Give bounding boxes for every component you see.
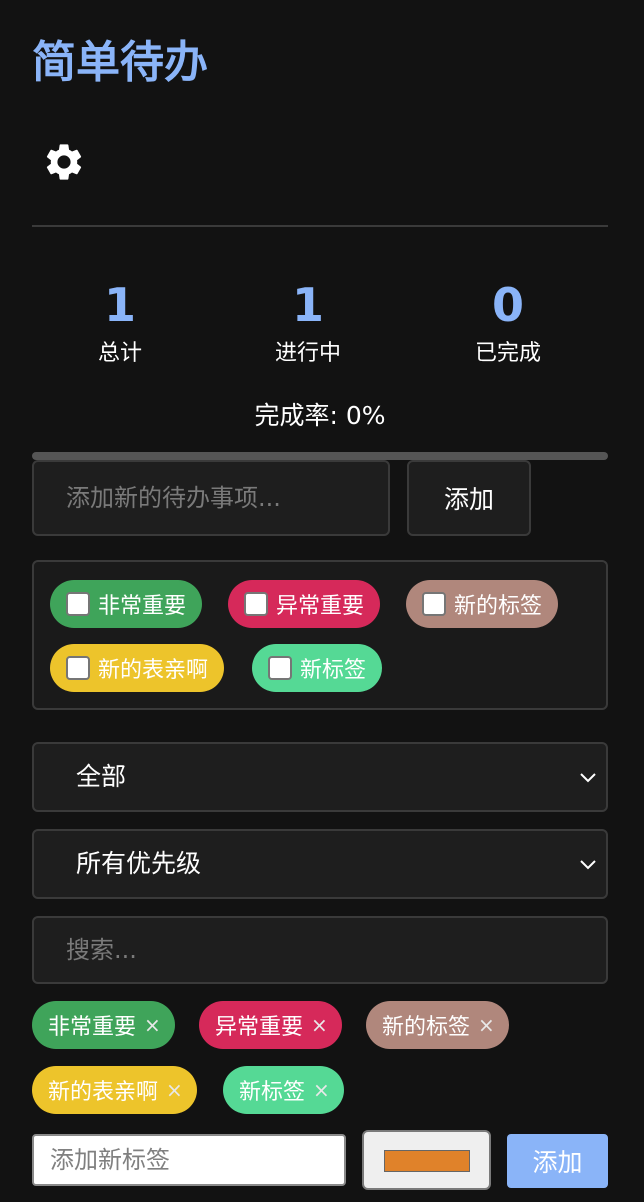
remove-tag-icon[interactable]: × bbox=[144, 1013, 161, 1037]
remove-tag-icon[interactable]: × bbox=[478, 1013, 495, 1037]
tag-chip-2: 新的标签 × bbox=[366, 1001, 509, 1049]
tag-chip-label: 新的标签 bbox=[382, 1015, 471, 1040]
stat-total-label: 总计 bbox=[97, 341, 142, 366]
tag-option-label: 新的标签 bbox=[454, 594, 543, 619]
tag-chip-label: 非常重要 bbox=[48, 1015, 137, 1040]
priority-filter-value: 所有优先级 bbox=[76, 849, 202, 878]
tag-chip-4: 新标签 × bbox=[223, 1066, 344, 1114]
add-tag-button[interactable]: 添加 bbox=[507, 1134, 608, 1188]
app-root: 简单待办 1 总计 1 进行中 0 已完成 完成率: 0% 添加 非常重要 异常… bbox=[0, 0, 644, 1202]
tag-chip-label: 新的表亲啊 bbox=[48, 1080, 159, 1105]
chevron-down-icon bbox=[580, 773, 596, 783]
tag-selector: 非常重要 异常重要 新的标签 新的表亲啊 新标签 bbox=[32, 560, 608, 710]
remove-tag-icon[interactable]: × bbox=[311, 1013, 328, 1037]
tag-chip-label: 异常重要 bbox=[215, 1015, 304, 1040]
tag-chip-1: 异常重要 × bbox=[199, 1001, 342, 1049]
tag-option-checkbox[interactable] bbox=[66, 656, 90, 680]
tag-color-swatch bbox=[384, 1150, 470, 1172]
status-filter-value: 全部 bbox=[76, 762, 127, 791]
tag-chip-3: 新的表亲啊 × bbox=[32, 1066, 197, 1114]
completion-progress-bar bbox=[32, 452, 608, 460]
completion-rate-text: 完成率: 0% bbox=[254, 401, 386, 430]
stat-in-progress-value: 1 bbox=[291, 278, 324, 332]
gear-icon[interactable] bbox=[42, 140, 86, 184]
priority-filter-select[interactable]: 所有优先级 bbox=[32, 829, 608, 899]
tag-color-picker[interactable] bbox=[362, 1130, 491, 1190]
tag-option-2[interactable]: 新的标签 bbox=[406, 580, 559, 628]
tag-option-3[interactable]: 新的表亲啊 bbox=[50, 644, 225, 692]
remove-tag-icon[interactable]: × bbox=[166, 1078, 183, 1102]
stat-done-value: 0 bbox=[491, 278, 524, 332]
tag-option-1[interactable]: 异常重要 bbox=[228, 580, 381, 628]
stat-in-progress-label: 进行中 bbox=[274, 341, 341, 366]
header-divider bbox=[32, 225, 608, 227]
stat-done-label: 已完成 bbox=[474, 341, 541, 366]
add-todo-button[interactable]: 添加 bbox=[407, 460, 531, 536]
tag-option-0[interactable]: 非常重要 bbox=[50, 580, 203, 628]
app-title: 简单待办 bbox=[32, 37, 208, 88]
stat-in-progress: 1 进行中 bbox=[208, 276, 408, 370]
search-input[interactable] bbox=[32, 916, 608, 984]
stat-done: 0 已完成 bbox=[408, 276, 608, 370]
stat-total: 1 总计 bbox=[20, 276, 220, 370]
tag-option-label: 非常重要 bbox=[98, 594, 187, 619]
tag-option-label: 新的表亲啊 bbox=[98, 658, 209, 683]
chevron-down-icon bbox=[580, 860, 596, 870]
remove-tag-icon[interactable]: × bbox=[313, 1078, 330, 1102]
tag-option-label: 异常重要 bbox=[276, 594, 365, 619]
tag-option-checkbox[interactable] bbox=[244, 592, 268, 616]
tag-option-checkbox[interactable] bbox=[66, 592, 90, 616]
tag-option-label: 新标签 bbox=[300, 658, 367, 683]
status-filter-select[interactable]: 全部 bbox=[32, 742, 608, 812]
tag-option-checkbox[interactable] bbox=[422, 592, 446, 616]
tag-chip-0: 非常重要 × bbox=[32, 1001, 175, 1049]
new-tag-input[interactable] bbox=[32, 1134, 346, 1186]
tag-option-checkbox[interactable] bbox=[268, 656, 292, 680]
new-todo-input[interactable] bbox=[32, 460, 390, 536]
tag-option-4[interactable]: 新标签 bbox=[252, 644, 383, 692]
tag-chip-label: 新标签 bbox=[239, 1080, 306, 1105]
stat-total-value: 1 bbox=[103, 278, 136, 332]
